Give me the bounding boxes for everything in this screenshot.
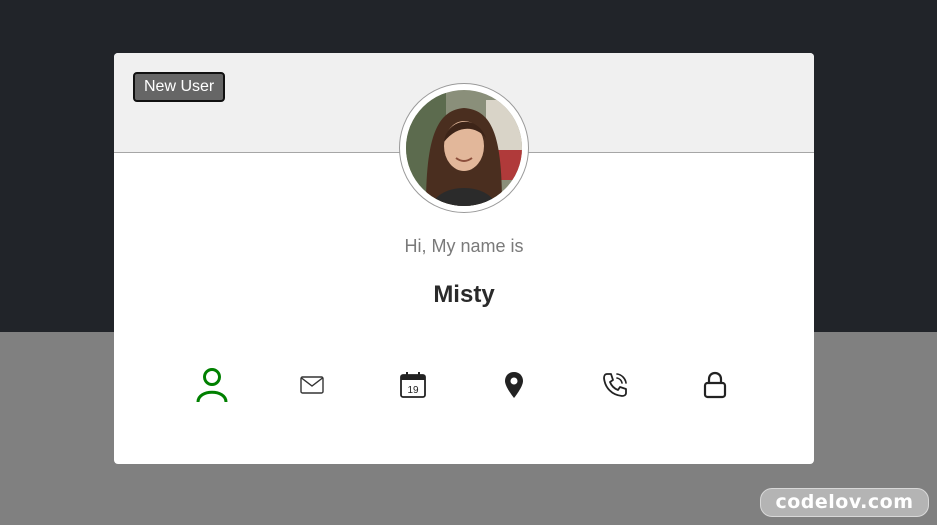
user-tab[interactable] xyxy=(192,365,232,405)
avatar xyxy=(406,90,522,206)
lock-icon xyxy=(703,371,727,399)
calendar-day: 19 xyxy=(407,385,419,396)
new-user-button[interactable]: New User xyxy=(133,72,226,102)
location-pin-icon xyxy=(505,372,523,398)
avatar-photo xyxy=(406,90,522,206)
calendar-tab[interactable]: 19 xyxy=(393,365,433,405)
location-tab[interactable] xyxy=(494,365,534,405)
greeting-text: Hi, My name is xyxy=(404,236,524,256)
watermark: codelov.com xyxy=(760,488,929,517)
user-icon xyxy=(196,368,228,403)
mail-tab[interactable] xyxy=(292,365,332,405)
user-card: New User Hi, My name is Misty 19 xyxy=(114,53,814,464)
avatar-frame xyxy=(399,83,529,213)
password-tab[interactable] xyxy=(695,365,735,405)
phone-icon xyxy=(603,373,627,397)
mail-icon xyxy=(300,376,324,394)
phone-tab[interactable] xyxy=(595,365,635,405)
calendar-icon: 19 xyxy=(400,372,426,398)
user-name: Misty xyxy=(433,281,495,308)
